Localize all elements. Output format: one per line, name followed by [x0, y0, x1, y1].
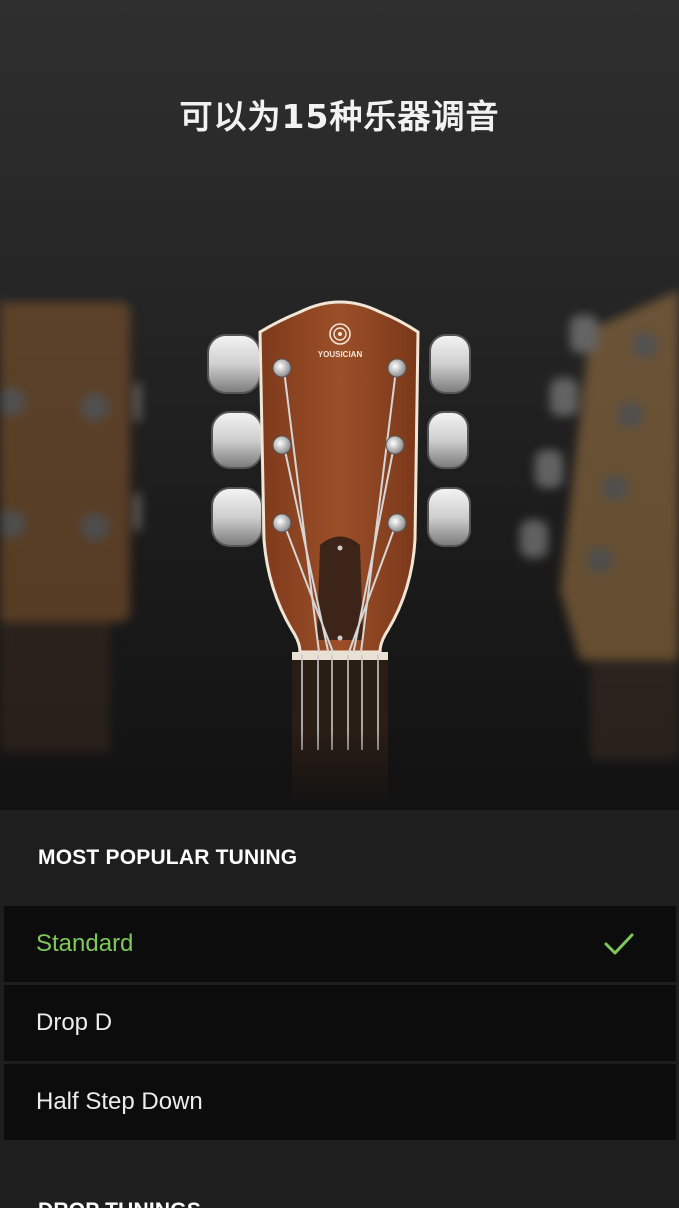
section-header-popular: MOST POPULAR TUNING	[38, 846, 298, 869]
tuner-peg-right-1[interactable]	[429, 334, 471, 394]
tuner-peg-left-3[interactable]	[211, 487, 263, 547]
background-guitar-left	[0, 302, 140, 752]
page-title: 可以为15种乐器调音	[179, 97, 500, 136]
tuning-option-half-step-down[interactable]: Half Step Down	[4, 1064, 676, 1143]
section-header-drop: DROP TUNINGS	[0, 1143, 679, 1208]
tuner-hero: 可以为15种乐器调音 YOUSICIAN	[0, 0, 679, 810]
tuning-list: MOST POPULAR TUNING Standard Drop D Half…	[0, 810, 679, 1208]
background-guitar-right	[520, 290, 679, 760]
tuning-option-label: Drop D	[36, 1009, 113, 1036]
brand-label: YOUSICIAN	[318, 350, 363, 359]
tuner-peg-right-2[interactable]	[427, 411, 469, 469]
tuner-peg-right-3[interactable]	[427, 487, 471, 547]
check-icon	[604, 933, 634, 955]
tuner-peg-left-1[interactable]	[207, 334, 261, 394]
tuning-option-label: Standard	[36, 930, 134, 957]
tuner-peg-left-2[interactable]	[211, 411, 263, 469]
tuning-option-label: Half Step Down	[36, 1088, 203, 1115]
tuning-option-drop-d[interactable]: Drop D	[4, 985, 676, 1064]
tuning-option-standard[interactable]: Standard	[4, 906, 676, 985]
